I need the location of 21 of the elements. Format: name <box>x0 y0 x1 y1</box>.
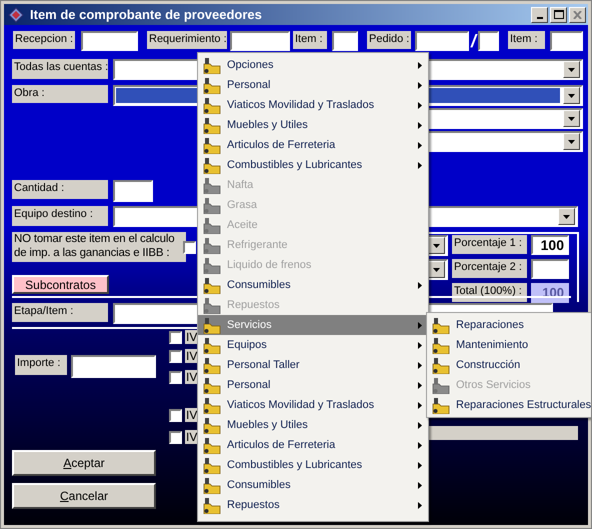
checkbox-label: IV <box>185 408 198 422</box>
field-label: Todas las cuentas : <box>12 59 108 79</box>
field-label: Item : <box>508 31 545 49</box>
field-label: NO tomar este item en el calculo de imp. a las ganancias e IIBB : <box>12 232 186 262</box>
field-label: Cantidad : <box>12 180 108 199</box>
checkbox-label: IV <box>185 349 198 363</box>
field-label: Equipo destino : <box>12 206 108 226</box>
field-label: Obra : <box>12 85 108 103</box>
field-label: Porcentaje 1 : <box>452 235 527 254</box>
field-label: Requerimiento : <box>147 31 227 49</box>
field-label: Pedido : <box>367 31 411 49</box>
separator-slash: / <box>470 31 478 51</box>
field-label: Recepcion : <box>13 31 75 49</box>
field-label: Item : <box>293 31 327 49</box>
field-label: Importe : <box>15 355 67 375</box>
checkbox-label: IV <box>185 370 198 384</box>
window-title: Item de comprobante de proveedores <box>30 7 263 22</box>
field-label: Porcentaje 2 : <box>452 259 527 278</box>
field-label: Etapa/Item : <box>12 303 108 322</box>
checkbox-label: IV <box>185 330 198 344</box>
checkbox-label: IV <box>185 430 198 444</box>
